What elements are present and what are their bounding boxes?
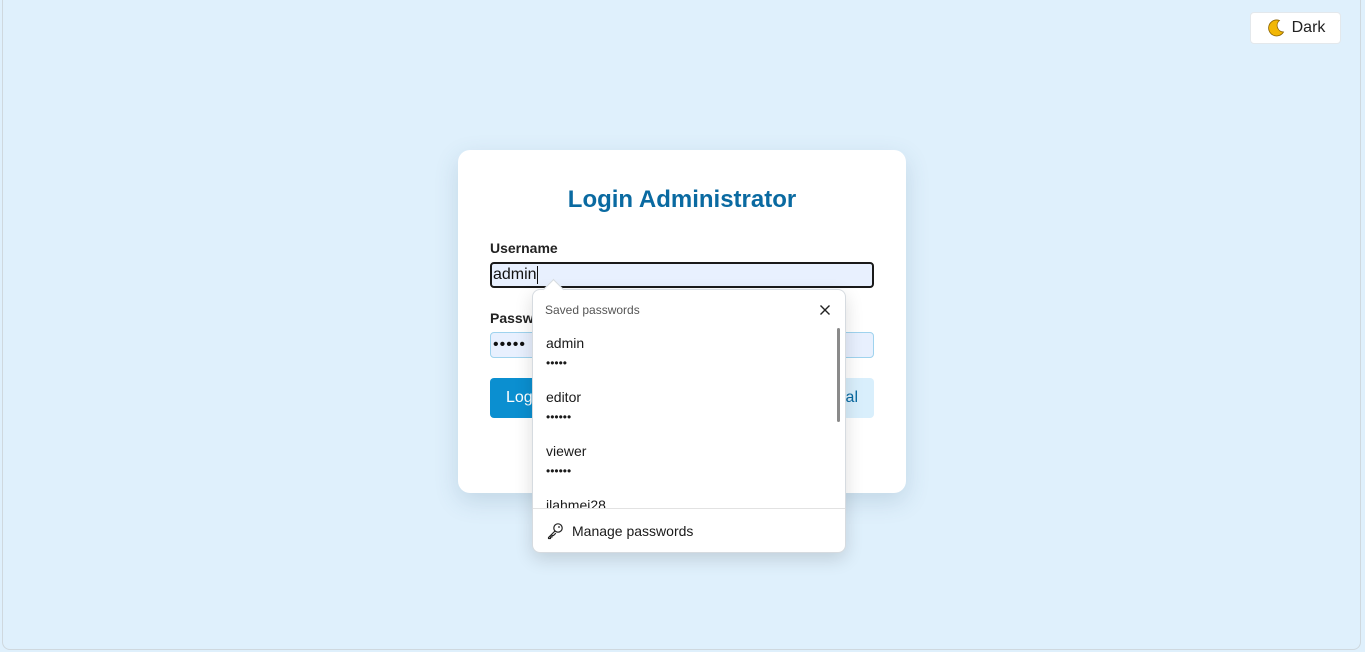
dark-mode-toggle[interactable]: Dark: [1250, 12, 1341, 44]
saved-password-mask: •••••: [546, 356, 568, 370]
saved-password-item-ilahmei28[interactable]: ilahmei28: [533, 488, 833, 508]
page-title: Login Administrator: [567, 186, 797, 213]
dark-mode-label: Dark: [1291, 19, 1326, 36]
cancel-button-label: al: [845, 389, 858, 406]
moon-icon: [1266, 18, 1286, 38]
dropdown-header: Saved passwords: [545, 303, 640, 317]
saved-username: viewer: [546, 443, 587, 459]
saved-password-item-editor[interactable]: editor ••••••: [533, 380, 833, 434]
username-label: Username: [490, 240, 558, 256]
saved-password-mask: ••••••: [546, 410, 572, 424]
username-value: admin: [493, 266, 537, 283]
text-caret: [536, 266, 538, 284]
password-value: •••••: [493, 336, 527, 353]
saved-password-item-viewer[interactable]: viewer ••••••: [533, 434, 833, 488]
saved-passwords-dropdown: Saved passwords admin ••••• editor •••••…: [532, 289, 846, 553]
manage-passwords-label: Manage passwords: [572, 523, 694, 539]
key-icon: [546, 522, 564, 540]
close-icon[interactable]: [815, 300, 835, 320]
saved-passwords-list: admin ••••• editor •••••• viewer •••••• …: [533, 326, 845, 508]
saved-username: editor: [546, 389, 582, 405]
login-button-label: Log: [506, 389, 533, 406]
saved-password-mask: ••••••: [546, 464, 572, 478]
saved-username: ilahmei28: [546, 497, 606, 508]
manage-passwords-button[interactable]: Manage passwords: [533, 509, 845, 552]
list-scrollbar[interactable]: [837, 328, 840, 422]
saved-password-item-admin[interactable]: admin •••••: [533, 326, 833, 380]
saved-username: admin: [546, 335, 585, 351]
